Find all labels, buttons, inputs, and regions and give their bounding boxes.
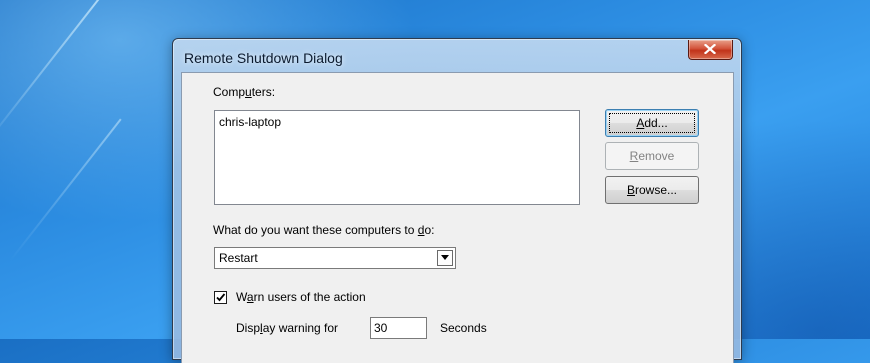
dropdown-button[interactable] (437, 250, 453, 266)
close-button[interactable] (688, 40, 733, 60)
window-title: Remote Shutdown Dialog (184, 50, 343, 66)
warn-users-checkbox[interactable] (214, 291, 227, 304)
warning-seconds-input[interactable]: 30 (370, 317, 427, 339)
close-icon (704, 44, 716, 54)
action-label: What do you want these computers to do: (213, 223, 435, 237)
dialog-client-area: Computers: chris-laptop Add... Remove Br… (181, 72, 734, 363)
title-bar[interactable]: Remote Shutdown Dialog (173, 39, 741, 71)
action-selected-value: Restart (219, 251, 258, 265)
dropdown-arrow-icon (441, 255, 449, 260)
warning-seconds-value: 30 (374, 321, 388, 335)
checkmark-icon (216, 293, 226, 302)
add-button[interactable]: Add... (605, 109, 699, 137)
action-dropdown[interactable]: Restart (214, 247, 456, 269)
computers-listbox[interactable]: chris-laptop (214, 110, 580, 205)
display-warning-label: Display warning for (236, 321, 339, 335)
computers-label: Computers: (213, 85, 276, 99)
list-item[interactable]: chris-laptop (219, 115, 281, 129)
seconds-label: Seconds (440, 321, 487, 335)
browse-button[interactable]: Browse... (605, 176, 699, 204)
warn-users-label[interactable]: Warn users of the action (236, 290, 366, 304)
remote-shutdown-dialog: Remote Shutdown Dialog Computers: chris-… (172, 38, 742, 363)
remove-button[interactable]: Remove (605, 142, 699, 170)
